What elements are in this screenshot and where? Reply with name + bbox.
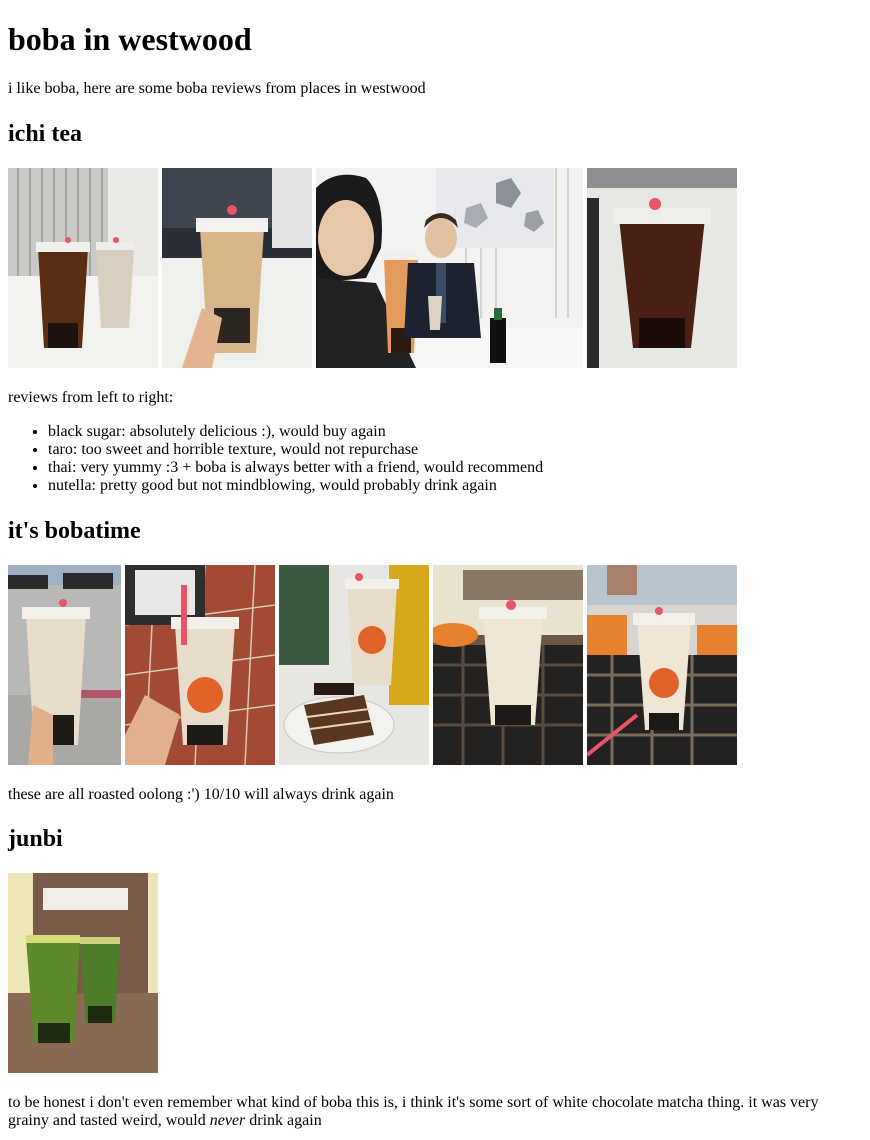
- photo-thai-with-friend: [316, 168, 583, 368]
- section-heading-ichi-tea: ichi tea: [8, 121, 82, 147]
- bobatime-photos: [8, 565, 862, 765]
- page-title: boba in westwood: [8, 21, 252, 57]
- photo-bobatime-table: [433, 565, 583, 765]
- review-item: nutella: pretty good but not mindblowing…: [48, 477, 862, 495]
- bobatime-note: these are all roasted oolong :') 10/10 w…: [8, 786, 394, 803]
- review-item: black sugar: absolutely delicious :), wo…: [48, 423, 862, 441]
- page: boba in westwood i like boba, here are s…: [0, 0, 870, 1130]
- photo-nutella: [587, 168, 737, 368]
- junbi-note-text: to be honest i don't even remember what …: [8, 1094, 819, 1129]
- photo-taro-in-hand: [162, 168, 312, 368]
- ichi-tea-reviews-intro: reviews from left to right:: [8, 389, 174, 406]
- intro-text: i like boba, here are some boba reviews …: [8, 80, 426, 97]
- junbi-note: to be honest i don't even remember what …: [8, 1094, 862, 1130]
- junbi-note-text-end: drink again: [245, 1112, 322, 1129]
- photo-black-sugar-and-taro: [8, 168, 158, 368]
- section-heading-bobatime: it's bobatime: [8, 518, 141, 544]
- photo-bobatime-tiramisu: [279, 565, 429, 765]
- review-item: taro: too sweet and horrible texture, wo…: [48, 441, 862, 459]
- junbi-note-emphasis: never: [209, 1112, 246, 1129]
- ichi-tea-photos: [8, 168, 862, 368]
- junbi-photos: [8, 873, 862, 1073]
- section-heading-junbi: junbi: [8, 826, 63, 852]
- photo-bobatime-outdoor: [587, 565, 737, 765]
- photo-bobatime-patio: [125, 565, 275, 765]
- photo-bobatime-street: [8, 565, 121, 765]
- review-item: thai: very yummy :3 + boba is always bet…: [48, 459, 862, 477]
- photo-junbi-matcha: [8, 873, 158, 1073]
- ichi-tea-review-list: black sugar: absolutely delicious :), wo…: [8, 423, 862, 495]
